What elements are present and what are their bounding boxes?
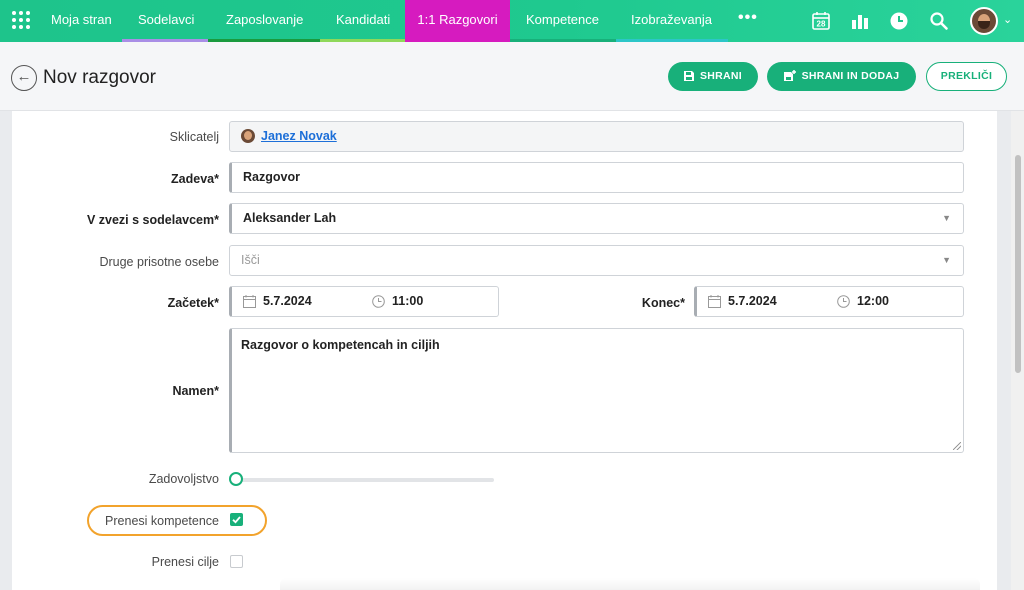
bottom-shadow	[280, 578, 980, 590]
search-icon[interactable]	[929, 11, 949, 31]
clock-icon	[372, 295, 385, 308]
transfer-competences-checkbox[interactable]	[230, 513, 243, 526]
referrer-avatar	[241, 129, 255, 143]
floppy-disk-icon	[683, 71, 694, 81]
subject-input[interactable]: Razgovor	[229, 162, 964, 193]
resize-handle-icon[interactable]	[953, 442, 961, 450]
nav-item-kandidati[interactable]: Kandidati	[336, 0, 390, 42]
back-arrow-icon[interactable]: ←	[11, 65, 37, 91]
transfer-goals-checkbox[interactable]	[230, 555, 243, 568]
start-label: Začetek*	[167, 296, 219, 310]
scrollbar-thumb[interactable]	[1015, 155, 1021, 373]
satisfaction-slider-track[interactable]	[236, 478, 494, 482]
clock-icon[interactable]	[889, 11, 909, 31]
transfer-goals-label: Prenesi cilje	[151, 555, 219, 569]
bar-chart-icon[interactable]	[850, 11, 870, 31]
transfer-competences-label: Prenesi kompetence	[105, 514, 219, 528]
purpose-textarea[interactable]: Razgovor o kompetencah in ciljih	[229, 328, 964, 453]
calendar-day: 28	[817, 20, 826, 29]
end-time[interactable]: 12:00	[857, 287, 889, 316]
checkmark-icon	[232, 516, 241, 524]
clock-icon	[837, 295, 850, 308]
page-title: Nov razgovor	[43, 67, 156, 88]
user-avatar[interactable]	[970, 7, 998, 35]
nav-item-izobrazevanja[interactable]: Izobraževanja	[631, 0, 712, 42]
others-label: Druge prisotne osebe	[99, 255, 219, 269]
nav-item-moja-stran[interactable]: Moja stran	[51, 0, 112, 42]
others-search-select[interactable]: Išči ▼	[229, 245, 964, 276]
end-label: Konec*	[641, 296, 685, 310]
page-header: ← Nov razgovor SHRANI SHRANI IN DODAJ PR…	[0, 42, 1024, 111]
purpose-label: Namen*	[172, 384, 219, 398]
satisfaction-label: Zadovoljstvo	[148, 472, 219, 486]
employee-select[interactable]: Aleksander Lah ▼	[229, 203, 964, 234]
start-date[interactable]: 5.7.2024	[263, 287, 312, 316]
calendar-icon[interactable]: 28	[811, 11, 831, 31]
save-button[interactable]: SHRANI	[668, 62, 758, 91]
referrer-field: Janez Novak	[229, 121, 964, 152]
calendar-icon	[243, 295, 256, 308]
start-datetime-field[interactable]: 5.7.2024 11:00	[229, 286, 499, 317]
cancel-button[interactable]: PREKLIČI	[926, 62, 1007, 91]
apps-grid-icon[interactable]	[12, 11, 32, 31]
nav-item-sodelavci[interactable]: Sodelavci	[138, 0, 194, 42]
employee-value: Aleksander Lah	[243, 211, 337, 225]
employee-label: V zvezi s sodelavcem*	[86, 213, 219, 227]
others-placeholder: Išči	[241, 253, 260, 267]
caret-down-icon: ▼	[942, 213, 951, 223]
caret-down-icon: ▼	[942, 255, 951, 265]
purpose-value: Razgovor o kompetencah in ciljih	[241, 338, 440, 352]
end-datetime-field[interactable]: 5.7.2024 12:00	[694, 286, 964, 317]
subject-value: Razgovor	[243, 170, 300, 184]
referrer-label: Sklicatelj	[169, 130, 219, 144]
top-navigation-bar: Moja stran Sodelavci Zaposlovanje Kandid…	[0, 0, 1024, 45]
referrer-link[interactable]: Janez Novak	[261, 129, 337, 143]
save-and-add-button[interactable]: SHRANI IN DODAJ	[767, 62, 916, 91]
nav-item-1-1-razgovori[interactable]: 1:1 Razgovori	[405, 0, 510, 45]
calendar-icon	[708, 295, 721, 308]
floppy-plus-icon	[783, 70, 796, 81]
save-label: SHRANI	[699, 70, 743, 82]
nav-item-zaposlovanje[interactable]: Zaposlovanje	[226, 0, 303, 42]
satisfaction-slider-handle[interactable]	[229, 472, 243, 486]
subject-label: Zadeva*	[171, 172, 219, 186]
chevron-down-icon[interactable]: ⌄	[1003, 13, 1012, 26]
start-time[interactable]: 11:00	[392, 287, 423, 316]
end-date[interactable]: 5.7.2024	[728, 287, 777, 316]
more-menu-icon[interactable]: •••	[738, 9, 758, 27]
nav-item-kompetence[interactable]: Kompetence	[526, 0, 599, 42]
save-and-add-label: SHRANI IN DODAJ	[801, 70, 900, 82]
